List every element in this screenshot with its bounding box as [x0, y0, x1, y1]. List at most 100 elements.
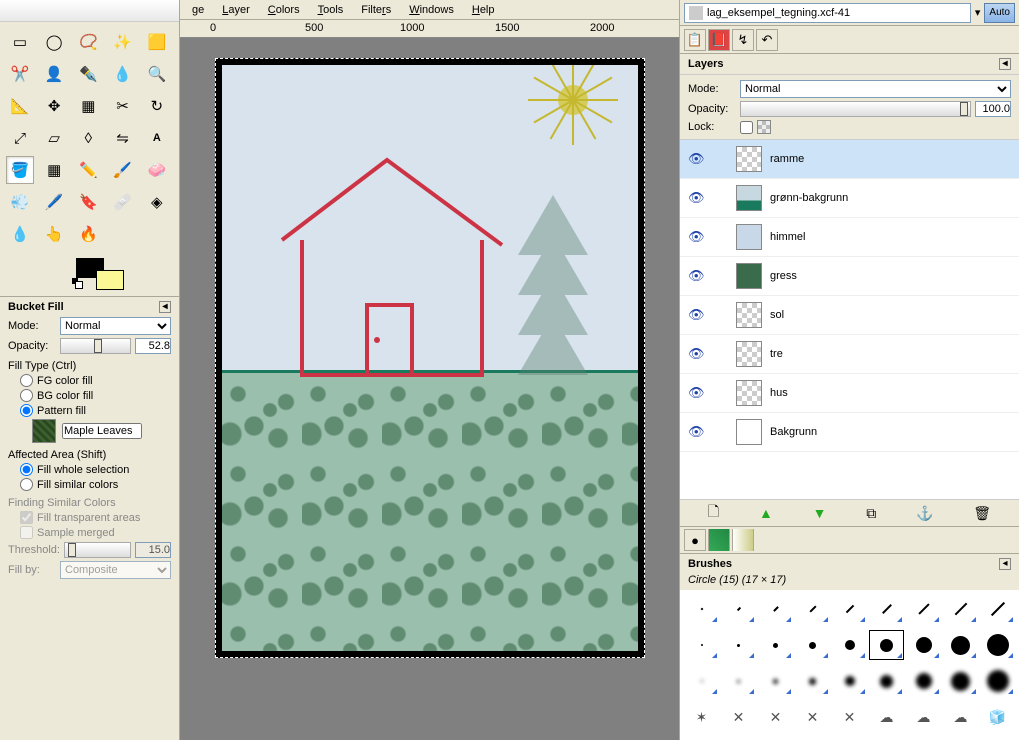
- clone-tool[interactable]: 🔖: [74, 188, 102, 216]
- tool-options-menu-icon[interactable]: ◂: [159, 301, 171, 313]
- layers-menu-icon[interactable]: ◂: [999, 58, 1011, 70]
- channels-tab-icon[interactable]: 📕: [708, 29, 730, 51]
- visibility-icon[interactable]: 👁: [688, 307, 704, 323]
- background-color-swatch[interactable]: [96, 270, 124, 290]
- brush-cell[interactable]: [869, 666, 904, 696]
- brush-cell[interactable]: [758, 594, 793, 624]
- brush-cell[interactable]: ☁: [869, 702, 904, 732]
- menu-image[interactable]: ge: [184, 2, 212, 18]
- brush-cell[interactable]: [980, 666, 1015, 696]
- canvas-viewport[interactable]: [180, 38, 679, 740]
- brush-cell[interactable]: [943, 666, 978, 696]
- brush-cell[interactable]: ✕: [758, 702, 793, 732]
- visibility-icon[interactable]: 👁: [688, 229, 704, 245]
- menu-tools[interactable]: Tools: [310, 2, 352, 18]
- brushes-menu-icon[interactable]: ◂: [999, 558, 1011, 570]
- brush-cell[interactable]: ☁: [943, 702, 978, 732]
- crop-tool[interactable]: ✂: [109, 92, 137, 120]
- smudge-tool[interactable]: 👆: [40, 220, 68, 248]
- new-layer-icon[interactable]: 🗋: [708, 501, 719, 525]
- visibility-icon[interactable]: 👁: [688, 268, 704, 284]
- mode-select[interactable]: Normal: [60, 317, 171, 335]
- shear-tool[interactable]: ▱: [40, 124, 68, 152]
- brush-cell[interactable]: ✕: [721, 702, 756, 732]
- brush-cell[interactable]: [795, 630, 830, 660]
- brush-cell[interactable]: [721, 594, 756, 624]
- ellipse-select-tool[interactable]: ◯: [40, 28, 68, 56]
- brush-cell[interactable]: [943, 630, 978, 660]
- scissors-tool[interactable]: ✂️: [6, 60, 34, 88]
- lock-pixels-check[interactable]: [740, 121, 753, 134]
- color-picker-tool[interactable]: 💧: [109, 60, 137, 88]
- menu-help[interactable]: Help: [464, 2, 503, 18]
- opacity-value[interactable]: [135, 338, 171, 354]
- image-selector[interactable]: lag_eksempel_tegning.xcf-41: [684, 3, 971, 23]
- brush-cell[interactable]: [795, 666, 830, 696]
- undo-tab-icon[interactable]: ↶: [756, 29, 778, 51]
- text-tool[interactable]: A: [143, 124, 171, 152]
- brush-cell[interactable]: [906, 666, 941, 696]
- visibility-icon[interactable]: 👁: [688, 385, 704, 401]
- visibility-icon[interactable]: 👁: [688, 424, 704, 440]
- fill-similar-radio[interactable]: [20, 478, 33, 491]
- airbrush-tool[interactable]: 💨: [6, 188, 34, 216]
- lower-layer-icon[interactable]: ▼: [813, 505, 827, 521]
- brushes-tab-icon[interactable]: ●: [684, 529, 706, 551]
- brush-cell[interactable]: ✶: [684, 702, 719, 732]
- perspective-tool[interactable]: ◊: [74, 124, 102, 152]
- align-tool[interactable]: ▦: [74, 92, 102, 120]
- layer-row[interactable]: 👁Bakgrunn: [680, 413, 1019, 452]
- pattern-fill-radio[interactable]: [20, 404, 33, 417]
- brush-cell[interactable]: [832, 666, 867, 696]
- eraser-tool[interactable]: 🧼: [143, 156, 171, 184]
- paintbrush-tool[interactable]: 🖌️: [109, 156, 137, 184]
- menu-filters[interactable]: Filters: [353, 2, 399, 18]
- scale-tool[interactable]: ⤢: [6, 124, 34, 152]
- brush-cell[interactable]: [758, 630, 793, 660]
- dropdown-icon[interactable]: ▾: [975, 6, 981, 19]
- layer-opacity-slider[interactable]: [740, 101, 971, 117]
- brush-cell[interactable]: [684, 666, 719, 696]
- brush-cell[interactable]: [684, 630, 719, 660]
- visibility-icon[interactable]: 👁: [688, 346, 704, 362]
- layer-row[interactable]: 👁ramme: [680, 140, 1019, 179]
- ink-tool[interactable]: 🖊️: [40, 188, 68, 216]
- brush-cell[interactable]: [869, 630, 904, 660]
- menu-layer[interactable]: Layer: [214, 2, 258, 18]
- brush-cell[interactable]: [832, 594, 867, 624]
- anchor-layer-icon[interactable]: ⚓: [916, 505, 933, 522]
- fill-whole-radio[interactable]: [20, 463, 33, 476]
- bucket-fill-tool[interactable]: 🪣: [6, 156, 34, 184]
- image-content[interactable]: [222, 65, 638, 651]
- layer-opacity-value[interactable]: [975, 101, 1011, 117]
- perspective-clone-tool[interactable]: ◈: [143, 188, 171, 216]
- paths-tool[interactable]: ✒️: [74, 60, 102, 88]
- paths-tab-icon[interactable]: ↯: [732, 29, 754, 51]
- brush-cell[interactable]: [869, 594, 904, 624]
- brush-cell[interactable]: ✕: [832, 702, 867, 732]
- layer-row[interactable]: 👁gress: [680, 257, 1019, 296]
- auto-button[interactable]: Auto: [984, 3, 1015, 23]
- brush-cell[interactable]: [943, 594, 978, 624]
- rotate-tool[interactable]: ↻: [143, 92, 171, 120]
- brush-cell[interactable]: [832, 630, 867, 660]
- layer-row[interactable]: 👁himmel: [680, 218, 1019, 257]
- brush-cell[interactable]: [906, 630, 941, 660]
- pattern-name-field[interactable]: [62, 423, 142, 439]
- brush-cell[interactable]: [980, 594, 1015, 624]
- brush-cell[interactable]: ☁: [906, 702, 941, 732]
- gradients-tab-icon[interactable]: [732, 529, 754, 551]
- zoom-tool[interactable]: 🔍: [143, 60, 171, 88]
- color-select-tool[interactable]: 🟨: [143, 28, 171, 56]
- brush-cell[interactable]: [758, 666, 793, 696]
- bg-fill-radio[interactable]: [20, 389, 33, 402]
- blend-tool[interactable]: ▦: [40, 156, 68, 184]
- rect-select-tool[interactable]: ▭: [6, 28, 34, 56]
- foreground-select-tool[interactable]: 👤: [40, 60, 68, 88]
- dodge-burn-tool[interactable]: 🔥: [74, 220, 102, 248]
- delete-layer-icon[interactable]: 🗑: [973, 505, 991, 522]
- fuzzy-select-tool[interactable]: ✨: [109, 28, 137, 56]
- brush-cell[interactable]: [795, 594, 830, 624]
- brush-cell[interactable]: [721, 630, 756, 660]
- layer-row[interactable]: 👁grønn-bakgrunn: [680, 179, 1019, 218]
